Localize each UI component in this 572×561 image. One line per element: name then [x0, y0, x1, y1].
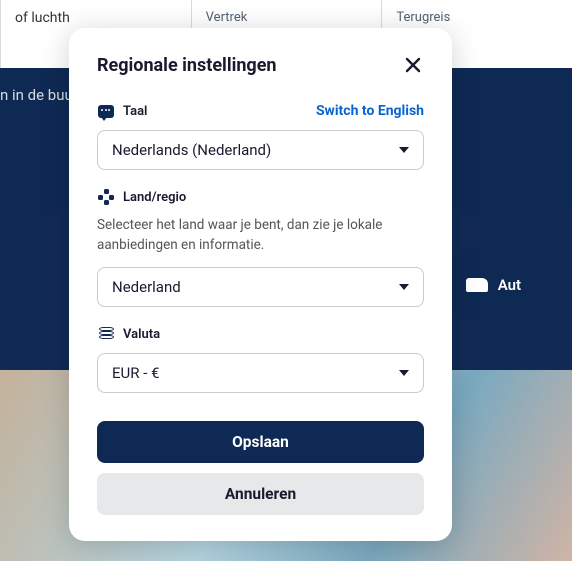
currency-select-value: EUR - €	[112, 364, 160, 382]
bg-field-label: Vertrek	[206, 10, 368, 25]
modal-header: Regionale instellingen	[97, 54, 424, 76]
bg-field-text: of luchth	[15, 10, 177, 26]
bg-tab-left	[0, 254, 40, 316]
bg-field-label: Terugreis	[396, 10, 558, 25]
region-select[interactable]: Nederland	[97, 267, 424, 307]
chevron-down-icon	[399, 370, 409, 376]
language-header: Taal Switch to English	[97, 102, 424, 120]
region-header: Land/regio	[97, 188, 424, 206]
region-description: Selecteer het land waar je bent, dan zie…	[97, 216, 424, 255]
language-icon	[97, 102, 115, 120]
language-section: Taal Switch to English Nederlands (Neder…	[97, 102, 424, 170]
chevron-down-icon	[399, 147, 409, 153]
cancel-button[interactable]: Annuleren	[97, 473, 424, 515]
currency-label: Valuta	[123, 327, 160, 342]
save-button[interactable]: Opslaan	[97, 421, 424, 463]
switch-to-english-link[interactable]: Switch to English	[316, 103, 424, 119]
globe-icon	[97, 188, 115, 206]
currency-section: Valuta EUR - €	[97, 325, 424, 393]
region-select-value: Nederland	[112, 278, 181, 296]
regional-settings-modal: Regionale instellingen Taal Switch to En…	[69, 28, 452, 541]
chevron-down-icon	[399, 284, 409, 290]
language-label: Taal	[123, 104, 147, 119]
car-icon	[466, 278, 488, 292]
currency-header: Valuta	[97, 325, 424, 343]
bg-tab-label: Aut	[498, 276, 521, 294]
region-section: Land/regio Selecteer het land waar je be…	[97, 188, 424, 307]
region-label: Land/regio	[123, 190, 186, 205]
currency-select[interactable]: EUR - €	[97, 353, 424, 393]
language-select-value: Nederlands (Nederland)	[112, 141, 271, 159]
bg-tab-car: Aut	[438, 254, 549, 316]
language-select[interactable]: Nederlands (Nederland)	[97, 130, 424, 170]
close-icon	[405, 57, 421, 73]
currency-icon	[97, 325, 115, 343]
modal-title: Regionale instellingen	[97, 55, 277, 76]
close-button[interactable]	[402, 54, 424, 76]
